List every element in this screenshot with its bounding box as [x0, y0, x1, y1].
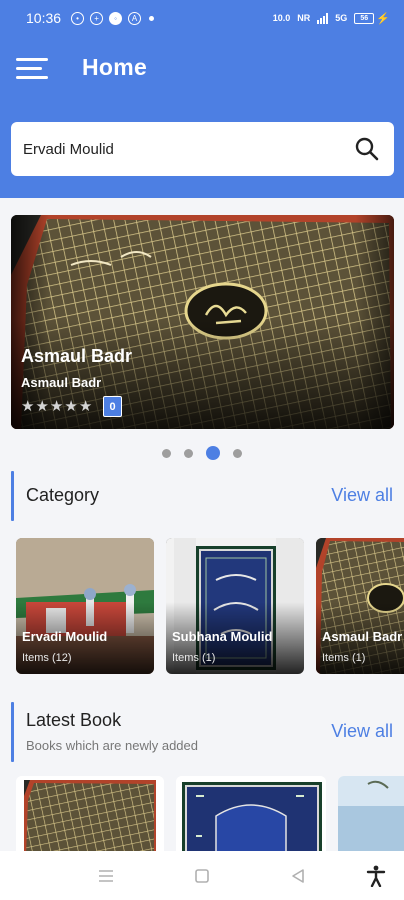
- category-count: Items (1): [172, 652, 216, 664]
- category-name: Ervadi Moulid: [22, 629, 108, 644]
- latest-book-section-subtitle: Books which are newly added: [26, 738, 198, 753]
- network-speed: 10.0: [272, 13, 291, 23]
- star-icon: ★: [64, 398, 78, 415]
- carousel-dot[interactable]: [162, 448, 171, 458]
- carousel-indicator: [0, 446, 404, 460]
- banner-title: Asmaul Badr: [21, 346, 133, 366]
- star-icon: ★: [49, 398, 64, 415]
- battery-level: 56: [354, 12, 375, 24]
- book-cover-image: [16, 776, 164, 856]
- category-count: Items (12): [22, 652, 72, 664]
- latest-book-view-all-link[interactable]: View all: [331, 721, 393, 742]
- banner-subtitle: Asmaul Badr: [21, 375, 102, 390]
- featured-banner[interactable]: Asmaul Badr Asmaul Badr ★ ★ ★ ★ ★ 0: [11, 215, 394, 429]
- carousel-dot[interactable]: [184, 448, 193, 458]
- home-icon[interactable]: [184, 858, 220, 894]
- accessibility-icon[interactable]: [358, 858, 394, 894]
- a-app-icon: A: [128, 11, 142, 25]
- nr-indicator: NR: [297, 13, 311, 23]
- status-right: 10.0 NR 5G 56 ⚡: [273, 12, 390, 25]
- battery-icon: 56 ⚡: [354, 12, 390, 25]
- recent-apps-icon[interactable]: [88, 858, 124, 894]
- category-section-title: Category: [26, 485, 100, 505]
- rating-count-badge: 0: [103, 396, 122, 417]
- section-accent-bar: [11, 702, 14, 762]
- star-icon: ★: [78, 398, 93, 415]
- location-icon: •: [71, 11, 85, 25]
- search-input[interactable]: [23, 140, 352, 158]
- hamburger-menu-icon[interactable]: [16, 58, 48, 80]
- category-card[interactable]: Subhana Moulid Items (1): [166, 538, 304, 674]
- rating-stars: ★ ★ ★ ★ ★: [21, 399, 92, 414]
- grid-app-icon: +: [90, 11, 104, 25]
- category-count: Items (1): [322, 652, 366, 664]
- category-view-all-link[interactable]: View all: [331, 485, 393, 506]
- category-name: Subhana Moulid: [172, 629, 273, 644]
- book-cover-image: [176, 776, 326, 856]
- status-bar: 10:36 • + ◦ A 10.0 NR 5G 56 ⚡: [0, 0, 404, 36]
- book-card[interactable]: [338, 776, 404, 856]
- signal-bars-icon: [317, 12, 329, 24]
- app-bar: Home: [0, 36, 404, 198]
- charging-icon: ⚡: [376, 12, 390, 25]
- back-icon[interactable]: [280, 858, 316, 894]
- category-card[interactable]: Asmaul Badr Items (1): [316, 538, 404, 674]
- search-bar: [11, 122, 394, 176]
- search-icon[interactable]: [352, 134, 382, 164]
- book-card[interactable]: [16, 776, 164, 856]
- category-card[interactable]: Ervadi Moulid Items (12): [16, 538, 154, 674]
- status-time: 10:36: [26, 10, 62, 26]
- page-title: Home: [82, 54, 148, 80]
- star-icon: ★: [21, 398, 35, 415]
- carousel-dot[interactable]: [233, 448, 242, 458]
- category-name: Asmaul Badr: [322, 629, 403, 644]
- system-nav-bar: [0, 851, 404, 900]
- carousel-dot-active[interactable]: [206, 446, 220, 460]
- star-icon: ★: [35, 398, 49, 415]
- book-cover-image: [338, 776, 404, 856]
- notification-dot-icon: [149, 15, 155, 21]
- network-type: 5G: [335, 13, 348, 23]
- latest-book-section-title: Latest Book: [26, 710, 122, 730]
- messenger-icon: ◦: [109, 11, 123, 25]
- status-left: 10:36 • + ◦ A: [26, 10, 155, 26]
- section-accent-bar: [11, 471, 14, 521]
- book-card[interactable]: [176, 776, 326, 856]
